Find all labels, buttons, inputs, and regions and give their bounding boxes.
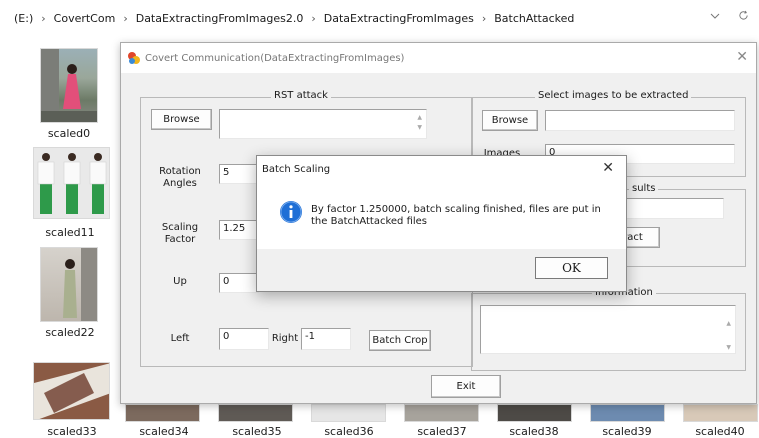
refresh-icon[interactable] (738, 10, 749, 24)
address-bar[interactable]: (E:) › CovertCom › DataExtractingFromIma… (0, 0, 759, 38)
close-icon[interactable]: ✕ (602, 160, 614, 176)
batch-scaling-dialog: Batch Scaling ✕ By factor 1.250000, batc… (256, 155, 627, 292)
scroll-arrows-icon[interactable]: ▲ ▼ (726, 312, 731, 360)
thumbnail-image[interactable] (683, 404, 758, 422)
breadcrumb-separator: › (41, 12, 46, 25)
exit-button[interactable]: Exit (431, 375, 501, 398)
breadcrumb-batchattacked[interactable]: BatchAttacked (492, 12, 576, 25)
thumbnail-image[interactable] (40, 247, 98, 322)
thumbnail-label[interactable]: scaled22 (30, 326, 110, 339)
info-icon (279, 200, 303, 224)
information-textarea[interactable]: ▲ ▼ (480, 305, 736, 354)
address-controls (710, 10, 749, 24)
dialog-titlebar[interactable]: Batch Scaling ✕ (257, 156, 626, 182)
breadcrumb: (E:) › CovertCom › DataExtractingFromIma… (12, 12, 576, 25)
scaling-label: Scaling Factor (161, 222, 199, 245)
select-browse-button[interactable]: Browse (482, 110, 538, 131)
dialog-body: By factor 1.250000, batch scaling finish… (257, 182, 626, 251)
thumbnail-label[interactable]: scaled39 (587, 425, 667, 438)
thumbnail-image[interactable] (40, 48, 98, 123)
rst-attack-title: RST attack (271, 90, 331, 101)
results-input[interactable] (611, 198, 724, 219)
thumbnail-image[interactable] (218, 404, 293, 422)
close-icon[interactable]: ✕ (736, 49, 748, 65)
rotation-input[interactable]: 5 (219, 164, 259, 184)
left-label: Left (170, 333, 190, 344)
thumbnail-image[interactable] (311, 404, 386, 422)
chevron-down-icon[interactable] (710, 10, 720, 24)
breadcrumb-dataextracting2[interactable]: DataExtractingFromImages2.0 (134, 12, 306, 25)
thumbnail-image[interactable] (33, 362, 110, 420)
breadcrumb-separator: › (123, 12, 128, 25)
window-titlebar[interactable]: Covert Communication(DataExtractingFromI… (121, 43, 756, 73)
thumbnail-label[interactable]: scaled33 (32, 425, 112, 438)
up-input[interactable]: 0 (219, 273, 259, 293)
thumbnail-label[interactable]: scaled34 (124, 425, 204, 438)
scaling-input[interactable]: 1.25 (219, 220, 259, 240)
dialog-footer: OK (257, 249, 626, 291)
breadcrumb-dataextracting[interactable]: DataExtractingFromImages (322, 12, 476, 25)
breadcrumb-drive[interactable]: (E:) (12, 12, 35, 25)
thumbnail-image[interactable] (125, 404, 200, 422)
thumbnail-image[interactable] (33, 147, 110, 219)
thumbnail-label[interactable]: scaled36 (309, 425, 389, 438)
thumbnail-label[interactable]: scaled38 (494, 425, 574, 438)
ok-button[interactable]: OK (535, 257, 608, 279)
right-input[interactable]: -1 (301, 328, 351, 350)
select-images-title: Select images to be extracted (535, 90, 692, 101)
dialog-message: By factor 1.250000, batch scaling finish… (311, 204, 601, 227)
batch-crop-button[interactable]: Batch Crop (369, 330, 431, 351)
dialog-title: Batch Scaling (262, 163, 331, 175)
thumbnail-image[interactable] (404, 404, 479, 422)
rotation-label: Rotation Angles (159, 166, 201, 189)
scroll-arrows-icon[interactable]: ▲ ▼ (417, 113, 422, 133)
rst-browse-button[interactable]: Browse (151, 109, 212, 130)
thumbnail-image[interactable] (497, 404, 572, 422)
select-path-input[interactable] (545, 110, 735, 131)
thumbnail-label[interactable]: scaled35 (217, 425, 297, 438)
left-input[interactable]: 0 (219, 328, 269, 350)
breadcrumb-separator: › (311, 12, 316, 25)
thumbnail-label[interactable]: scaled40 (680, 425, 759, 438)
breadcrumb-separator: › (481, 12, 487, 25)
results-title: sults (629, 183, 659, 194)
window-title: Covert Communication(DataExtractingFromI… (145, 52, 405, 64)
breadcrumb-covertcom[interactable]: CovertCom (52, 12, 118, 25)
thumbnail-label[interactable]: scaled0 (29, 127, 109, 140)
thumbnail-label[interactable]: scaled37 (402, 425, 482, 438)
rst-path-input[interactable]: ▲ ▼ (219, 109, 427, 139)
up-label: Up (173, 276, 187, 287)
right-label: Right (271, 333, 299, 344)
thumbnail-image[interactable] (590, 404, 665, 422)
app-icon (127, 51, 141, 65)
thumbnail-label[interactable]: scaled11 (30, 226, 110, 239)
